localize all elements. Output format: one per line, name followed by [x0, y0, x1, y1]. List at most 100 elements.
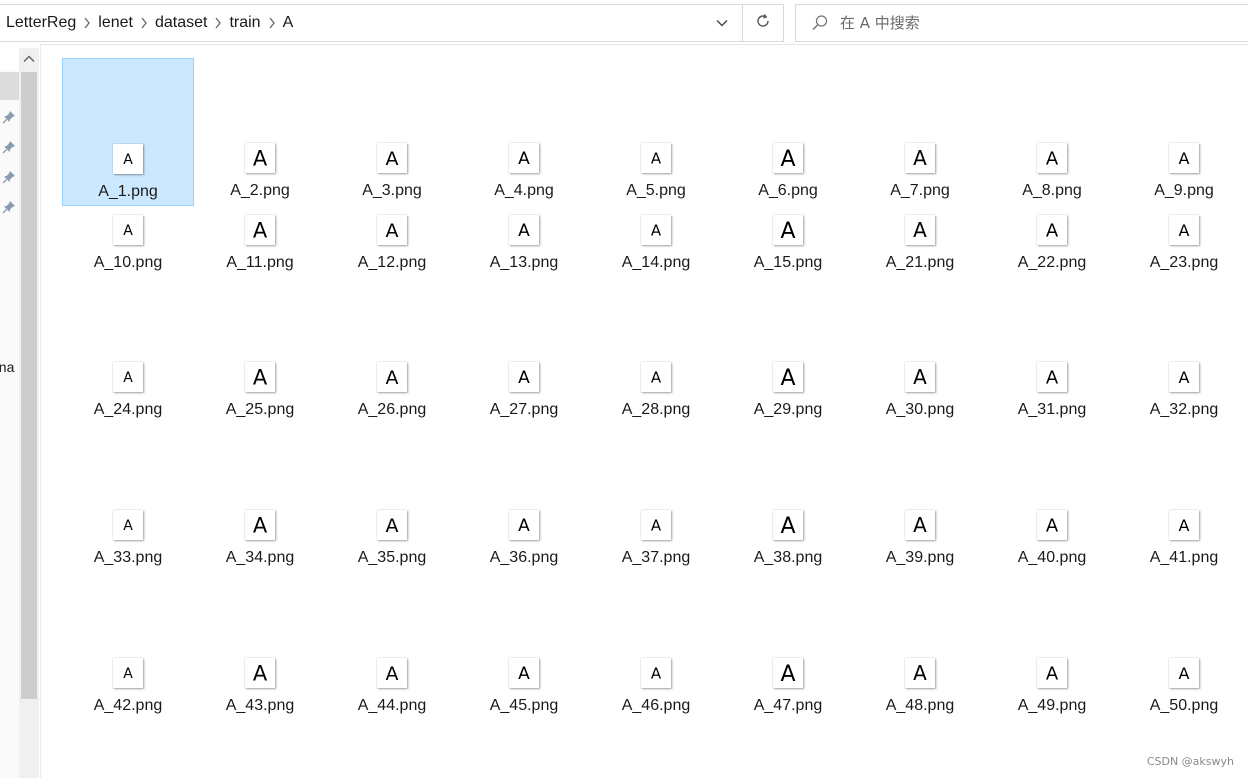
file-item[interactable]: A A_39.png — [854, 501, 986, 575]
file-item[interactable]: A A_40.png — [986, 501, 1118, 575]
file-item[interactable]: A A_43.png — [194, 649, 326, 723]
file-name: A_43.png — [225, 697, 295, 714]
file-item[interactable]: A A_49.png — [986, 649, 1118, 723]
breadcrumb-item-letterreg[interactable]: LetterReg — [6, 14, 76, 32]
image-thumbnail-icon: A — [113, 510, 143, 540]
file-item[interactable]: A A_14.png — [590, 208, 722, 280]
file-item[interactable]: A A_30.png — [854, 353, 986, 427]
svg-text:A: A — [651, 516, 662, 534]
file-item[interactable]: A A_15.png — [722, 208, 854, 280]
search-box[interactable] — [795, 4, 1248, 42]
pin-icon[interactable] — [2, 170, 16, 184]
file-item[interactable]: A A_3.png — [326, 58, 458, 206]
file-item[interactable]: A A_23.png — [1118, 208, 1248, 280]
file-name: A_50.png — [1149, 697, 1219, 714]
file-name: A_37.png — [621, 549, 691, 566]
file-item[interactable]: A A_37.png — [590, 501, 722, 575]
file-item[interactable]: A A_2.png — [194, 58, 326, 206]
file-name: A_7.png — [890, 182, 950, 199]
breadcrumb-item-lenet[interactable]: lenet — [98, 14, 133, 32]
file-item[interactable]: A A_28.png — [590, 353, 722, 427]
file-item[interactable]: A A_8.png — [986, 58, 1118, 206]
pin-icon[interactable] — [2, 110, 16, 124]
image-thumbnail-icon: A — [245, 510, 275, 540]
file-item[interactable]: A A_21.png — [854, 208, 986, 280]
file-item[interactable]: A A_5.png — [590, 58, 722, 206]
pin-icon[interactable] — [2, 200, 16, 214]
nav-item-selected[interactable] — [0, 72, 19, 100]
file-item[interactable]: A A_35.png — [326, 501, 458, 575]
file-item[interactable]: A A_22.png — [986, 208, 1118, 280]
file-item[interactable]: A A_10.png — [62, 208, 194, 280]
address-dropdown-button[interactable] — [702, 5, 742, 41]
file-name: A_22.png — [1017, 254, 1087, 271]
search-icon — [802, 14, 838, 32]
refresh-button[interactable] — [742, 5, 783, 41]
file-item[interactable]: A A_47.png — [722, 649, 854, 723]
file-item[interactable]: A A_41.png — [1118, 501, 1248, 575]
file-item[interactable]: A A_31.png — [986, 353, 1118, 427]
file-item[interactable]: A A_42.png — [62, 649, 194, 723]
chevron-down-icon — [716, 14, 728, 32]
chevron-right-icon[interactable] — [261, 16, 283, 30]
svg-text:A: A — [123, 370, 133, 386]
file-name: A_44.png — [357, 697, 427, 714]
breadcrumb-item-train[interactable]: train — [229, 14, 260, 32]
file-item[interactable]: A A_44.png — [326, 649, 458, 723]
search-input[interactable] — [838, 7, 1202, 39]
image-thumbnail-icon: A — [245, 143, 275, 173]
file-item[interactable]: A A_32.png — [1118, 353, 1248, 427]
file-item[interactable]: A A_13.png — [458, 208, 590, 280]
image-thumbnail-icon: A — [905, 658, 935, 688]
file-item[interactable]: A A_27.png — [458, 353, 590, 427]
scrollbar-thumb[interactable] — [21, 72, 37, 699]
file-item[interactable]: A A_29.png — [722, 353, 854, 427]
image-thumbnail-icon: A — [509, 510, 539, 540]
chevron-right-icon[interactable] — [207, 16, 229, 30]
svg-text:A: A — [386, 148, 399, 170]
file-item[interactable]: A A_50.png — [1118, 649, 1248, 723]
address-bar[interactable]: LetterReg lenet dataset train A — [0, 4, 784, 42]
breadcrumb-item-dataset[interactable]: dataset — [155, 14, 207, 32]
file-item[interactable]: A A_6.png — [722, 58, 854, 206]
image-thumbnail-icon: A — [641, 143, 671, 173]
breadcrumb-item-a[interactable]: A — [283, 14, 294, 32]
scroll-up-button[interactable] — [19, 48, 39, 70]
file-item[interactable]: A A_26.png — [326, 353, 458, 427]
nav-item-label[interactable]: ona — [0, 359, 14, 375]
file-item[interactable]: A A_24.png — [62, 353, 194, 427]
image-thumbnail-icon: A — [1169, 362, 1199, 392]
file-item[interactable]: A A_9.png — [1118, 58, 1248, 206]
chevron-right-icon[interactable] — [76, 16, 98, 30]
file-item[interactable]: A A_36.png — [458, 501, 590, 575]
file-item[interactable]: A A_7.png — [854, 58, 986, 206]
svg-text:A: A — [253, 514, 268, 538]
image-thumbnail-icon: A — [905, 510, 935, 540]
file-item[interactable]: A A_34.png — [194, 501, 326, 575]
svg-text:A: A — [1046, 220, 1059, 241]
svg-text:A: A — [386, 220, 399, 242]
image-thumbnail-icon: A — [1169, 510, 1199, 540]
file-item[interactable]: A A_12.png — [326, 208, 458, 280]
file-item[interactable]: A A_38.png — [722, 501, 854, 575]
file-name: A_45.png — [489, 697, 559, 714]
file-name: A_26.png — [357, 401, 427, 418]
breadcrumb: LetterReg lenet dataset train A — [0, 5, 702, 41]
nav-scrollbar[interactable] — [19, 48, 39, 778]
pin-icon[interactable] — [2, 140, 16, 154]
file-item[interactable]: A A_45.png — [458, 649, 590, 723]
file-item[interactable]: A A_11.png — [194, 208, 326, 280]
file-name: A_14.png — [621, 254, 691, 271]
file-item[interactable]: A A_1.png — [62, 58, 194, 206]
file-item[interactable]: A A_48.png — [854, 649, 986, 723]
svg-text:A: A — [913, 218, 927, 242]
file-item[interactable]: A A_4.png — [458, 58, 590, 206]
file-item[interactable]: A A_33.png — [62, 501, 194, 575]
svg-text:A: A — [123, 666, 133, 682]
svg-text:A: A — [253, 662, 268, 686]
chevron-up-icon — [23, 50, 35, 68]
chevron-right-icon[interactable] — [133, 16, 155, 30]
file-item[interactable]: A A_25.png — [194, 353, 326, 427]
file-name: A_46.png — [621, 697, 691, 714]
file-item[interactable]: A A_46.png — [590, 649, 722, 723]
